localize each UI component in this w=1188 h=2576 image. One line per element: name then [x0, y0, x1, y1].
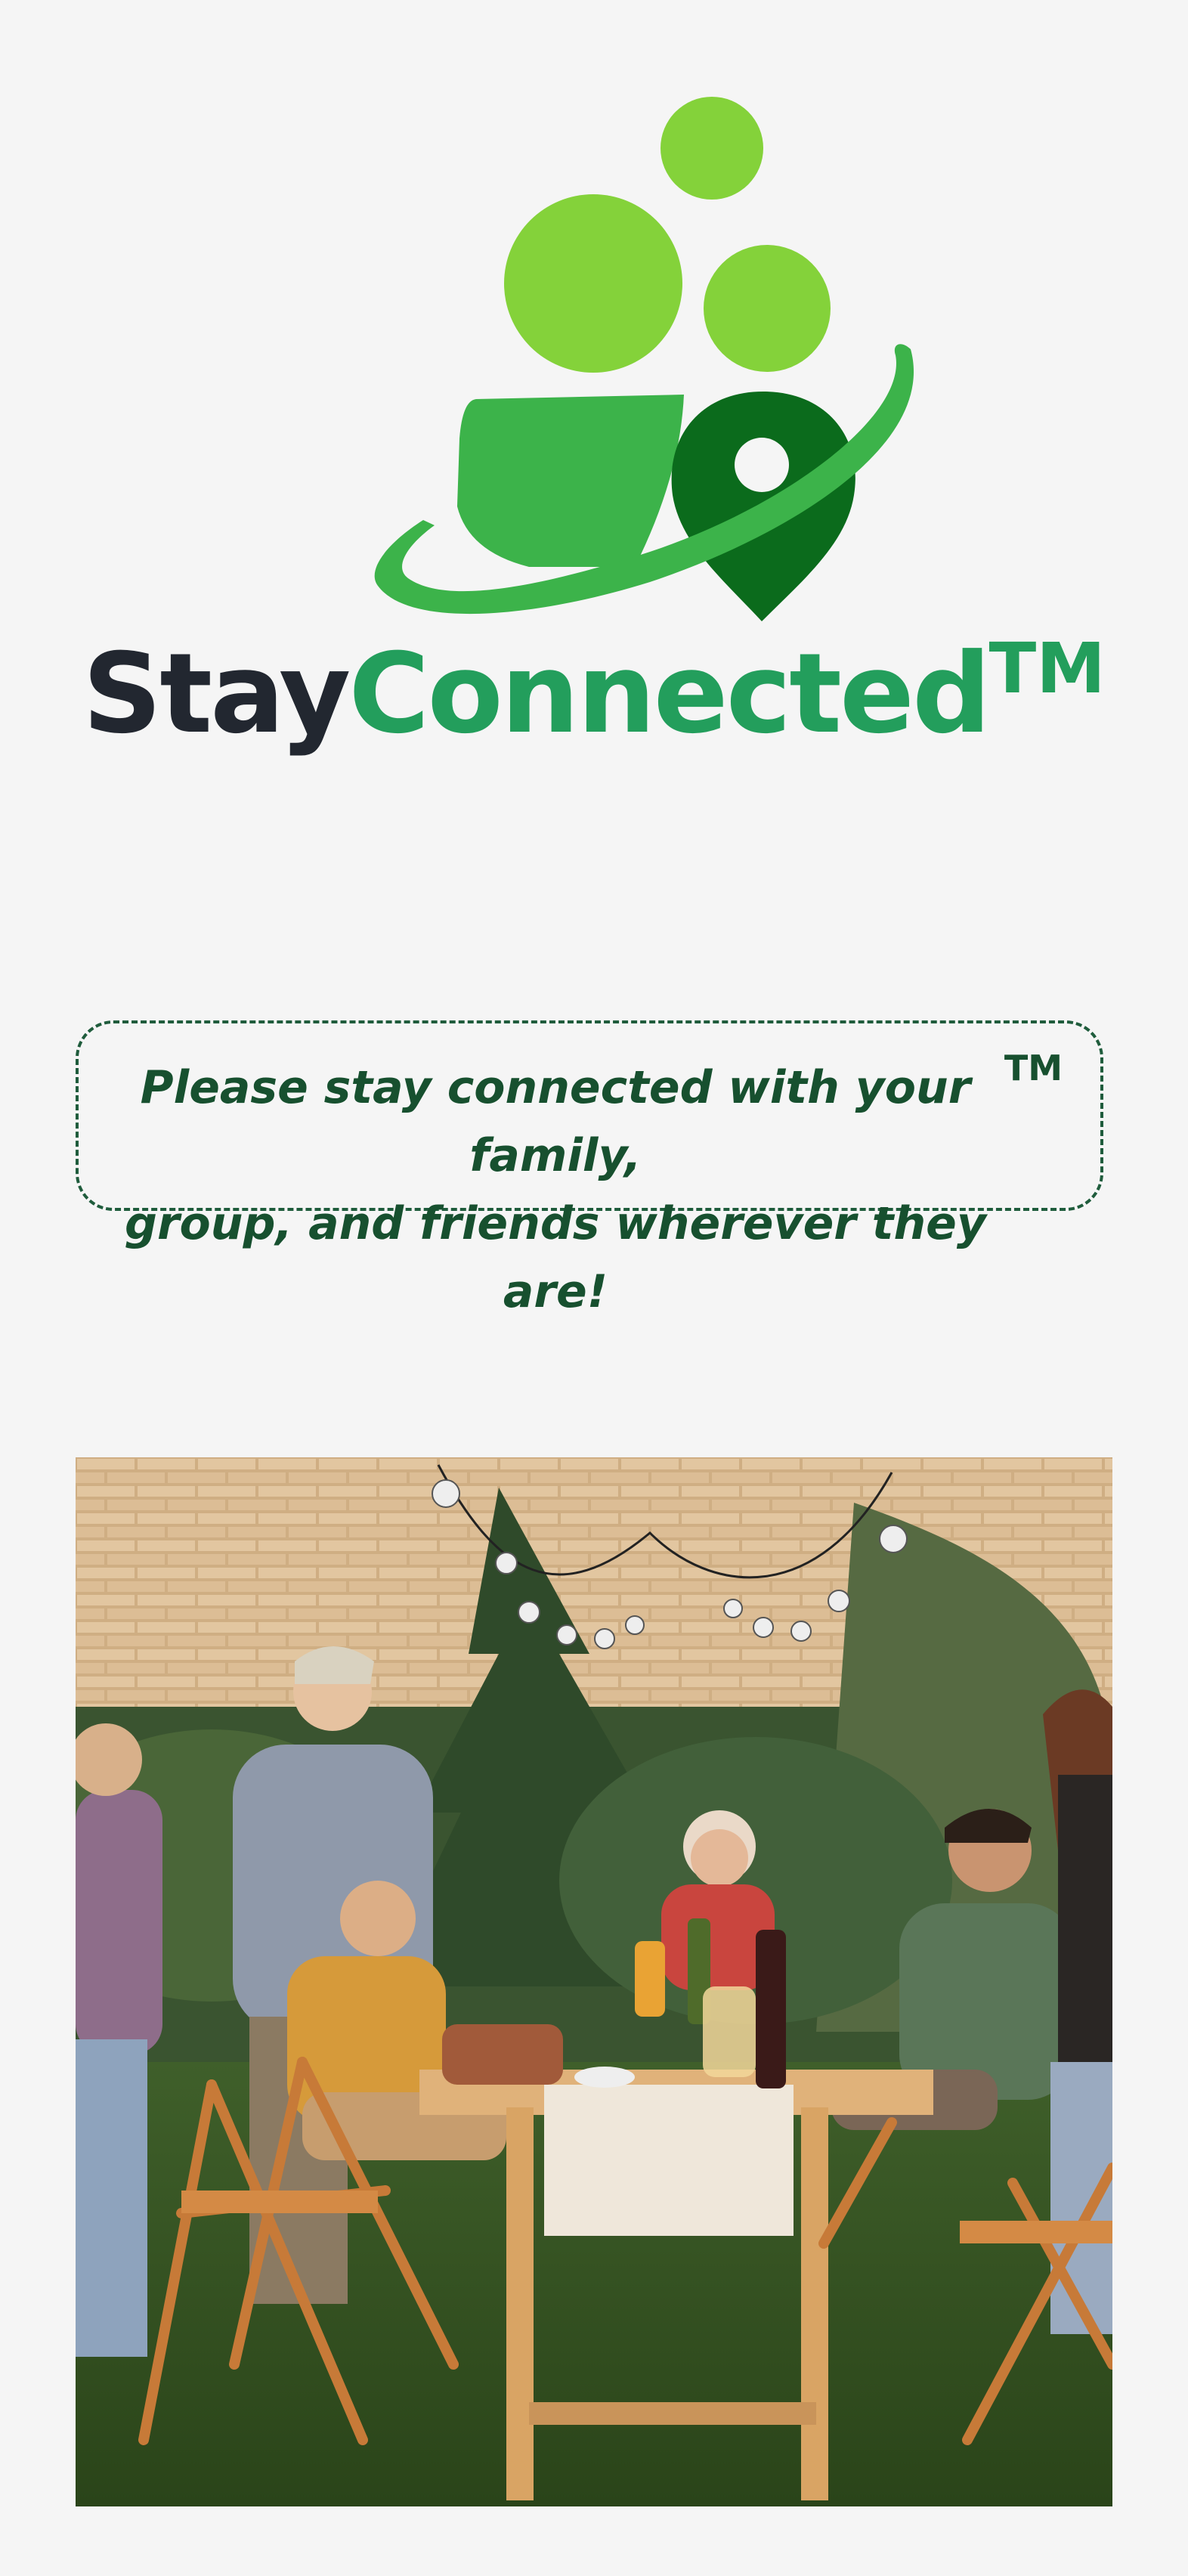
tagline-trademark: TM — [1004, 1048, 1063, 1088]
logo — [363, 83, 937, 627]
brand-stay: Stay — [82, 630, 351, 758]
brand-wordmark: StayConnectedTM — [0, 634, 1188, 750]
splash-screen: StayConnectedTM Please stay connected wi… — [0, 0, 1188, 2576]
tagline-box: Please stay connected with your family, … — [76, 1020, 1103, 1318]
brand-trademark: TM — [988, 628, 1106, 709]
people-location-orbit-icon — [374, 97, 914, 621]
tagline: Please stay connected with your family, … — [109, 1054, 1002, 1326]
brand-connected: Connected — [348, 630, 991, 758]
family-dinner-photo — [76, 1457, 1112, 2506]
family-dinner-illustration — [76, 1457, 1112, 2506]
tagline-line-2: group, and friends wherever they are! — [125, 1197, 986, 1318]
tagline-line-1: Please stay connected with your family, — [140, 1061, 971, 1182]
